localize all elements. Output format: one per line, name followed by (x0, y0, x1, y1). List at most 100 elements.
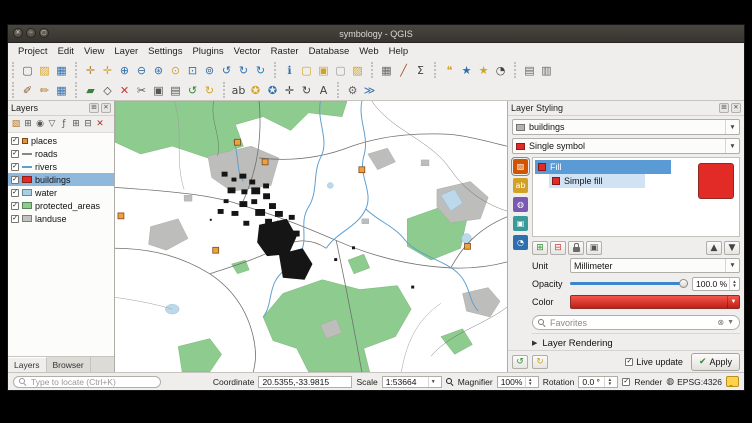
history-tab[interactable]: ◔ (513, 235, 528, 250)
layer-rendering-section[interactable]: ▶ Layer Rendering (532, 333, 740, 350)
open-project-icon[interactable]: ▨ (37, 62, 53, 78)
add-group-icon[interactable]: ⊞ (22, 118, 34, 131)
close-panel-icon[interactable]: ✕ (101, 103, 111, 113)
move-label-icon[interactable]: ✛ (282, 82, 298, 98)
new-project-icon[interactable]: ▢ (20, 62, 36, 78)
expand-all-icon[interactable]: ⊞ (70, 118, 82, 131)
layer-item-buildings[interactable]: ✓buildings (8, 173, 114, 186)
tab-layers[interactable]: Layers (8, 357, 47, 372)
tab-browser[interactable]: Browser (47, 357, 91, 372)
cut-features-icon[interactable]: ✂ (134, 82, 150, 98)
zoom-next-icon[interactable]: ↻ (236, 62, 252, 78)
close-panel-icon[interactable]: ✕ (731, 103, 741, 113)
magnifier-spinbox[interactable]: 100% ▲▼ (497, 376, 539, 388)
labels-tab[interactable]: ab (513, 178, 528, 193)
pan-to-selection-icon[interactable]: ✛ (100, 62, 116, 78)
temporal-controller-icon[interactable]: ◔ (493, 62, 509, 78)
map-tips-icon[interactable]: ❝ (442, 62, 458, 78)
float-panel-icon[interactable]: ⊞ (89, 103, 99, 113)
redo-style-button[interactable]: ↻ (532, 355, 548, 369)
python-console-icon[interactable]: ≫ (362, 82, 378, 98)
layer-item-water[interactable]: ✓water (8, 186, 114, 199)
minimize-button[interactable]: − (26, 28, 36, 38)
float-panel-icon[interactable]: ⊞ (719, 103, 729, 113)
zoom-last-icon[interactable]: ↺ (219, 62, 235, 78)
layer-visibility-checkbox[interactable]: ✓ (11, 176, 19, 184)
manage-map-themes-icon[interactable]: ◉ (34, 118, 46, 131)
pin-labels-icon[interactable]: ✪ (248, 82, 264, 98)
save-layer-edits-icon[interactable]: ▦ (54, 82, 70, 98)
move-symbol-up-button[interactable]: ▲ (706, 241, 722, 255)
color-button[interactable]: ▼ (570, 295, 740, 309)
menu-project[interactable]: Project (13, 45, 53, 58)
lock-symbol-layer-button[interactable] (568, 241, 584, 255)
zoom-out-icon[interactable]: ⊖ (134, 62, 150, 78)
delete-selected-icon[interactable]: ✕ (117, 82, 133, 98)
menu-vector[interactable]: Vector (229, 45, 266, 58)
processing-toolbox-icon[interactable]: ⚙ (345, 82, 361, 98)
symbol-tree-item-fill[interactable]: Fill (535, 160, 671, 174)
spinner-arrows-icon[interactable]: ▲▼ (729, 278, 739, 290)
zoom-to-selection-icon[interactable]: ⊙ (168, 62, 184, 78)
layout-manager-icon[interactable]: ▥ (539, 62, 555, 78)
layer-visibility-checkbox[interactable]: ✓ (11, 202, 19, 210)
measure-icon[interactable]: ╱ (396, 62, 412, 78)
zoom-to-layer-icon[interactable]: ⊡ (185, 62, 201, 78)
close-button[interactable]: ✕ (13, 28, 23, 38)
layer-visibility-checkbox[interactable]: ✓ (11, 189, 19, 197)
menu-help[interactable]: Help (384, 45, 414, 58)
apply-button[interactable]: ✔ Apply (691, 353, 740, 371)
spinner-arrows-icon[interactable]: ▲▼ (525, 377, 535, 387)
rotation-spinbox[interactable]: 0.0 ° ▲▼ (578, 376, 618, 388)
filter-legend-icon[interactable]: ▽ (46, 118, 58, 131)
duplicate-symbol-layer-button[interactable]: ▣ (586, 241, 602, 255)
live-update-toggle[interactable]: ✓ Live update (625, 357, 683, 367)
refresh-map-icon[interactable]: ↻ (253, 62, 269, 78)
menu-layer[interactable]: Layer (109, 45, 143, 58)
copy-features-icon[interactable]: ▣ (151, 82, 167, 98)
layer-item-places[interactable]: ✓places (8, 134, 114, 147)
view-3d-tab[interactable]: ▣ (513, 216, 528, 231)
current-edits-icon[interactable]: ✐ (20, 82, 36, 98)
layer-visibility-checkbox[interactable]: ✓ (11, 137, 19, 145)
maximize-button[interactable]: ▢ (39, 28, 49, 38)
redo-icon[interactable]: ↻ (202, 82, 218, 98)
layer-labeling-icon[interactable]: ab (231, 82, 247, 98)
move-symbol-down-button[interactable]: ▼ (724, 241, 740, 255)
layer-visibility-checkbox[interactable]: ✓ (11, 150, 19, 158)
select-by-value-icon[interactable]: ▣ (316, 62, 332, 78)
undo-icon[interactable]: ↺ (185, 82, 201, 98)
spinner-arrows-icon[interactable]: ▲▼ (604, 377, 614, 387)
select-all-icon[interactable]: ▨ (350, 62, 366, 78)
mask-tab[interactable]: ◍ (513, 197, 528, 212)
menu-raster[interactable]: Raster (266, 45, 304, 58)
symbology-tab[interactable]: ▨ (513, 159, 528, 174)
rotate-label-icon[interactable]: ↻ (299, 82, 315, 98)
filter-expression-icon[interactable]: ƒ (58, 118, 70, 131)
locate-input[interactable]: Type to locate (Ctrl+K) (13, 376, 161, 388)
collapse-all-icon[interactable]: ⊟ (82, 118, 94, 131)
menu-plugins[interactable]: Plugins (187, 45, 228, 58)
opacity-spinbox[interactable]: 100.0 % ▲▼ (692, 277, 740, 291)
render-checkbox[interactable]: ✓ (622, 378, 630, 386)
menu-web[interactable]: Web (354, 45, 383, 58)
chevron-down-icon[interactable]: ▼ (727, 319, 734, 326)
layer-item-rivers[interactable]: ✓rivers (8, 160, 114, 173)
new-print-layout-icon[interactable]: ▤ (522, 62, 538, 78)
symbol-type-select[interactable]: Single symbol ▼ (512, 138, 740, 154)
menu-view[interactable]: View (79, 45, 109, 58)
messages-icon[interactable] (726, 376, 739, 387)
coordinate-field[interactable]: 20.5355,-33.9815 (258, 376, 352, 388)
remove-layer-icon[interactable]: ✕ (94, 118, 106, 131)
open-attribute-table-icon[interactable]: ▦ (379, 62, 395, 78)
vertex-tool-icon[interactable]: ◇ (100, 82, 116, 98)
zoom-full-icon[interactable]: ⊛ (151, 62, 167, 78)
unit-select[interactable]: Millimeter ▼ (570, 258, 740, 273)
statistical-summary-icon[interactable]: Σ (413, 62, 429, 78)
new-bookmark-icon[interactable]: ★ (459, 62, 475, 78)
opacity-slider-handle[interactable] (679, 279, 688, 288)
favorites-search[interactable]: Favorites ⊗ ▼ (532, 315, 740, 330)
layer-visibility-checkbox[interactable]: ✓ (11, 163, 19, 171)
open-styling-panel-icon[interactable]: ▧ (10, 118, 22, 131)
zoom-native-icon[interactable]: ⊚ (202, 62, 218, 78)
